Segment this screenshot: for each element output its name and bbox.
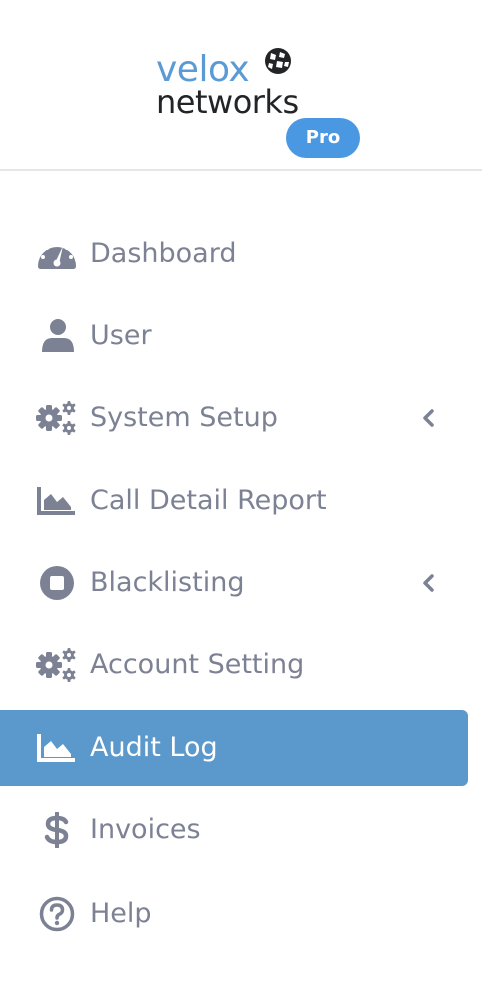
menu-label-invoices: Invoices [90,814,201,845]
logo-area: velox networks Pro [0,0,482,171]
menu-item-call-detail-report[interactable]: Call Detail Report [0,463,468,539]
stop-circle-icon [36,565,78,601]
menu-item-system-setup[interactable]: System Setup [0,380,468,456]
dollar-icon [36,812,78,848]
menu-label-system-setup: System Setup [90,402,278,433]
chevron-left-icon[interactable] [420,574,438,592]
menu-item-invoices[interactable]: Invoices [0,792,468,868]
menu-item-user[interactable]: User [0,298,468,374]
logo-text-networks: networks [156,83,299,121]
menu-label-help: Help [90,898,152,929]
menu-item-help[interactable]: Help [0,876,468,952]
cogs-icon [36,647,78,683]
menu-label-audit-log: Audit Log [90,732,218,763]
menu-item-account-setting[interactable]: Account Setting [0,627,468,703]
area-chart-icon [36,483,78,519]
globe-icon [263,46,293,76]
sidebar: velox networks Pro Dashboard User System… [0,0,482,994]
cogs-icon [36,400,78,436]
menu-label-account-setting: Account Setting [90,649,305,680]
question-circle-icon [36,896,78,932]
menu-label-dashboard: Dashboard [90,238,237,269]
menu-item-dashboard[interactable]: Dashboard [0,216,468,292]
menu-label-user: User [90,320,152,351]
area-chart-icon [36,730,78,766]
tachometer-icon [36,236,78,272]
menu-item-blacklisting[interactable]: Blacklisting [0,545,468,621]
menu-label-blacklisting: Blacklisting [90,567,245,598]
menu-item-audit-log[interactable]: Audit Log [0,710,468,786]
user-icon [36,318,78,354]
chevron-left-icon[interactable] [420,409,438,427]
pro-badge: Pro [286,118,360,158]
menu-label-call-detail-report: Call Detail Report [90,485,327,516]
